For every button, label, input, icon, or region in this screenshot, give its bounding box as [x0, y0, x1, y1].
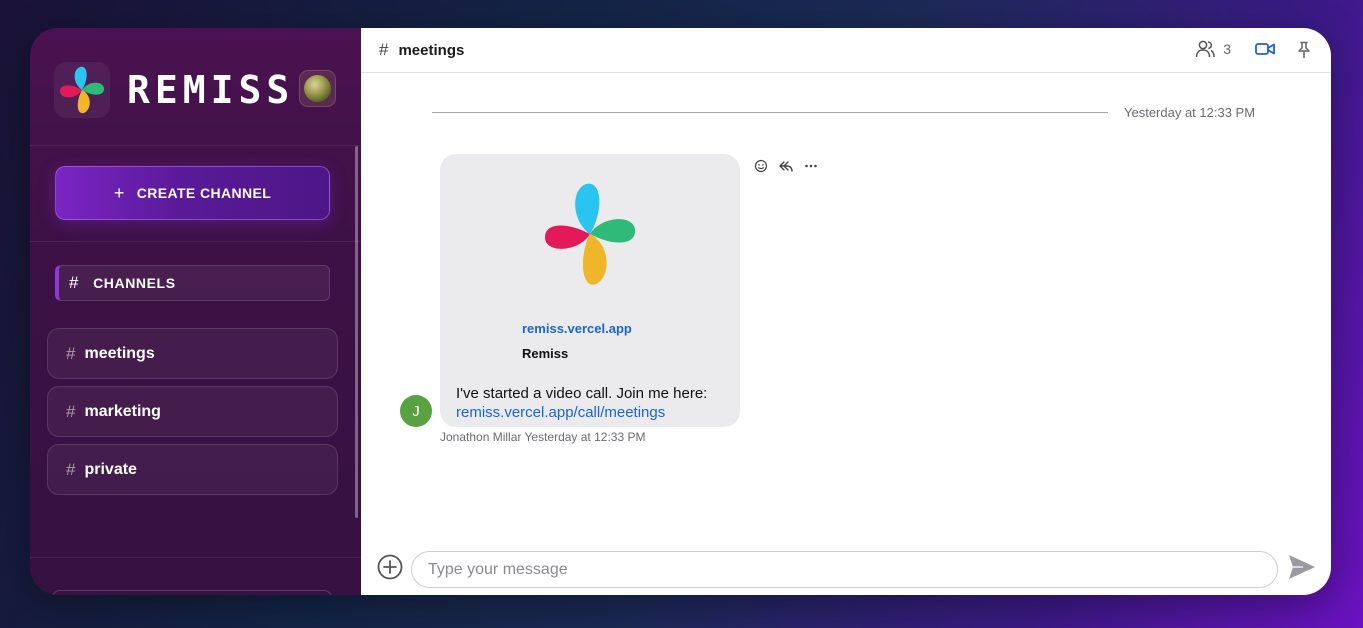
add-attachment-icon[interactable]	[377, 554, 403, 585]
message-input[interactable]	[411, 551, 1278, 588]
more-options-icon[interactable]	[804, 159, 818, 173]
channels-header-label: CHANNELS	[93, 275, 176, 291]
app-window: REMISS + CREATE CHANNEL # CHANNELS # mee…	[30, 28, 1331, 595]
pin-icon[interactable]	[1297, 41, 1311, 64]
user-avatar[interactable]	[299, 70, 336, 107]
channels-header: # CHANNELS	[55, 265, 330, 301]
create-channel-button[interactable]: + CREATE CHANNEL	[55, 166, 330, 220]
link-preview-title: Remiss	[522, 346, 569, 361]
message-actions	[754, 159, 818, 173]
message-text: I've started a video call. Join me here:…	[456, 384, 736, 422]
sidebar: REMISS + CREATE CHANNEL # CHANNELS # mee…	[30, 28, 361, 595]
plus-icon: +	[113, 182, 125, 203]
hash-icon: #	[69, 273, 80, 292]
hash-icon: #	[379, 40, 389, 59]
create-channel-label: CREATE CHANNEL	[136, 185, 272, 201]
call-link[interactable]: remiss.vercel.app/call/meetings	[456, 404, 665, 421]
channel-topbar: # meetings 3	[361, 28, 1331, 73]
hash-icon: #	[66, 459, 76, 479]
members-button[interactable]: 3	[1195, 40, 1231, 58]
video-call-icon[interactable]	[1255, 41, 1275, 62]
emoji-reaction-icon[interactable]	[754, 159, 768, 173]
users-icon	[1195, 40, 1215, 58]
sidebar-header: REMISS	[30, 28, 361, 146]
sidebar-item-meetings[interactable]: # meetings	[47, 328, 338, 379]
create-channel-section: + CREATE CHANNEL	[30, 146, 361, 242]
hash-icon: #	[66, 401, 76, 421]
message-meta: Jonathon Millar Yesterday at 12:33 PM	[440, 430, 646, 444]
message-bubble: remiss.vercel.app Remiss I've started a …	[440, 154, 740, 427]
user-photo	[304, 75, 331, 102]
link-preview-url[interactable]: remiss.vercel.app	[522, 321, 632, 336]
chat-main: # meetings 3 Yesterday at 12:33 PM J rem…	[361, 28, 1331, 595]
sidebar-scrollbar[interactable]	[355, 146, 358, 518]
date-divider-label: Yesterday at 12:33 PM	[1124, 105, 1256, 120]
channel-label: private	[84, 460, 137, 478]
hash-icon: #	[66, 343, 76, 363]
message-avatar[interactable]: J	[400, 395, 432, 427]
send-icon[interactable]	[1287, 553, 1317, 586]
sidebar-item-marketing[interactable]: # marketing	[47, 386, 338, 437]
sidebar-divider	[30, 557, 361, 558]
channel-label: meetings	[84, 344, 155, 362]
channel-label: marketing	[84, 402, 161, 420]
sidebar-footer-card	[52, 590, 332, 595]
app-logo-icon	[54, 62, 110, 118]
channel-title: meetings	[398, 41, 465, 59]
message-composer	[361, 544, 1331, 594]
member-count: 3	[1223, 41, 1231, 57]
app-name: REMISS	[127, 68, 295, 112]
date-divider-line	[432, 112, 1108, 113]
sidebar-item-private[interactable]: # private	[47, 444, 338, 495]
link-preview-logo-icon	[544, 183, 636, 285]
message-body: I've started a video call. Join me here:	[456, 385, 708, 402]
reply-icon[interactable]	[778, 159, 794, 173]
